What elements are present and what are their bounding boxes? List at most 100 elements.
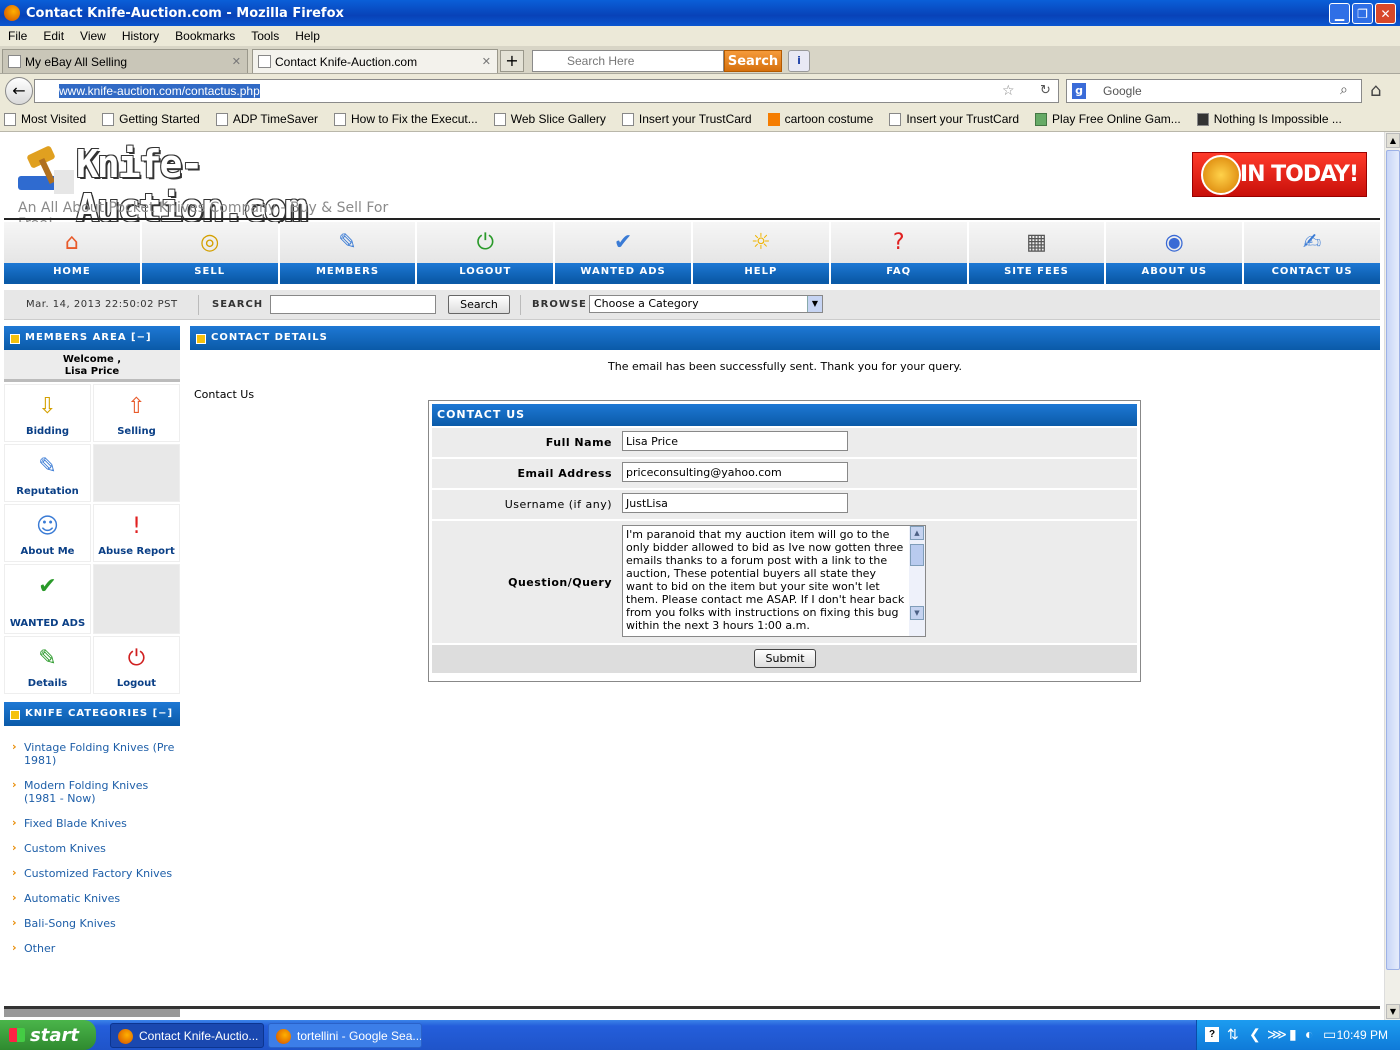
- tab-close-icon[interactable]: ✕: [482, 55, 491, 68]
- bookmark-web-slice-gallery[interactable]: Web Slice Gallery: [493, 112, 606, 126]
- member-link-label: Logout: [116, 678, 157, 689]
- scroll-down-arrow-icon[interactable]: ▼: [1386, 1004, 1400, 1019]
- menu-history[interactable]: History: [122, 29, 159, 43]
- category-link[interactable]: Customized Factory Knives: [4, 858, 180, 883]
- bookmark-trustcard-1[interactable]: Insert your TrustCard: [621, 112, 752, 126]
- category-link[interactable]: Custom Knives: [4, 833, 180, 858]
- tab-my-ebay[interactable]: My eBay All Selling ✕: [2, 49, 248, 73]
- category-link[interactable]: Fixed Blade Knives: [4, 808, 180, 833]
- menu-file[interactable]: File: [8, 29, 27, 43]
- textarea-scrollbar[interactable]: ▲ ▼: [909, 526, 925, 636]
- info-icon[interactable]: i: [788, 50, 810, 72]
- scroll-up-arrow-icon[interactable]: ▲: [910, 526, 924, 540]
- menu-tools[interactable]: Tools: [251, 29, 279, 43]
- full-name-field[interactable]: Lisa Price: [622, 431, 848, 451]
- category-select[interactable]: Choose a Category ▼: [589, 295, 823, 313]
- nav-sell[interactable]: ◎ SELL: [141, 222, 278, 284]
- bookmark-how-to-fix[interactable]: How to Fix the Execut...: [334, 112, 478, 126]
- username-row: Username (if any) JustLisa: [432, 490, 1137, 519]
- member-link-reputation[interactable]: ✎ Reputation: [4, 444, 91, 502]
- bookmark-getting-started[interactable]: Getting Started: [102, 112, 200, 126]
- username-field[interactable]: JustLisa: [622, 493, 848, 513]
- nav-about-us[interactable]: ◉ ABOUT US: [1106, 222, 1243, 284]
- member-link-about-me[interactable]: ☺ About Me: [4, 504, 91, 562]
- chevron-down-icon[interactable]: ▼: [807, 296, 822, 312]
- category-link[interactable]: Bali-Song Knives: [4, 908, 180, 933]
- nav-site-fees[interactable]: ▦ SITE FEES: [968, 222, 1105, 284]
- google-icon[interactable]: g: [1072, 83, 1086, 99]
- task-firefox-contact[interactable]: Contact Knife-Auctio...: [110, 1023, 264, 1048]
- divider: [520, 295, 521, 315]
- page-scrollbar[interactable]: ▲ ▼: [1384, 132, 1400, 1020]
- volume-icon[interactable]: ◐: [1305, 1026, 1313, 1042]
- scroll-down-arrow-icon[interactable]: ▼: [910, 606, 924, 620]
- toolbar-search-button[interactable]: Search: [724, 50, 782, 72]
- close-button[interactable]: ✕: [1375, 3, 1396, 24]
- member-link-selling[interactable]: ⇧ Selling: [93, 384, 180, 442]
- submit-button[interactable]: Submit: [754, 649, 816, 668]
- reload-icon[interactable]: ↻: [1040, 83, 1051, 98]
- site-logo[interactable]: Knife-Auction.com An All About Pocket Kn…: [14, 142, 414, 232]
- nav-faq[interactable]: ? FAQ: [830, 222, 967, 284]
- scroll-up-arrow-icon[interactable]: ▲: [1386, 133, 1400, 148]
- members-area-header[interactable]: MEMBERS AREA [−]: [4, 326, 180, 350]
- nav-help[interactable]: ☼ HELP: [692, 222, 829, 284]
- knife-categories-header[interactable]: KNIFE CATEGORIES [−]: [4, 702, 180, 726]
- member-link-details[interactable]: ✎ Details: [4, 636, 91, 694]
- display-icon[interactable]: ▭: [1323, 1026, 1336, 1043]
- nav-logout[interactable]: ⏻ LOGOUT: [417, 222, 554, 284]
- restore-button[interactable]: ❐: [1352, 3, 1373, 24]
- toolbar-search-input[interactable]: Search Here: [532, 50, 724, 72]
- query-textarea[interactable]: I'm paranoid that my auction item will g…: [622, 525, 926, 637]
- signal-icon[interactable]: ▮: [1289, 1026, 1297, 1043]
- nav-contact-us[interactable]: ✍ CONTACT US: [1244, 222, 1380, 284]
- scroll-thumb[interactable]: [1386, 150, 1400, 970]
- nav-wanted-ads[interactable]: ✔ WANTED ADS: [555, 222, 691, 284]
- page-title: Contact Us: [194, 388, 255, 401]
- bookmark-play-free-games[interactable]: Play Free Online Gam...: [1035, 112, 1181, 126]
- member-link-abuse-report[interactable]: ! Abuse Report: [93, 504, 180, 562]
- join-today-banner[interactable]: JOIN TODAY!: [1192, 152, 1367, 197]
- new-tab-button[interactable]: +: [500, 50, 524, 72]
- menu-help[interactable]: Help: [295, 29, 320, 43]
- back-arrow-icon[interactable]: ←: [5, 77, 33, 105]
- address-bar[interactable]: www.knife-auction.com/contactus.php: [34, 79, 1059, 103]
- category-link[interactable]: Other: [4, 933, 180, 958]
- tab-close-icon[interactable]: ✕: [232, 55, 241, 68]
- bookmark-cartoon-costume[interactable]: cartoon costume: [767, 112, 873, 126]
- magnifier-icon[interactable]: ⌕: [1340, 82, 1348, 98]
- site-search-button[interactable]: Search: [448, 295, 510, 314]
- home-icon[interactable]: ⌂: [1370, 80, 1381, 101]
- member-link-bidding[interactable]: ⇩ Bidding: [4, 384, 91, 442]
- main-navigation: ⌂ HOME ◎ SELL ✎ MEMBERS ⏻ LOGOUT ✔ WANTED ADS…: [4, 222, 1380, 284]
- menu-edit[interactable]: Edit: [43, 29, 64, 43]
- category-link[interactable]: Vintage Folding Knives (Pre 1981): [4, 732, 180, 770]
- bookmark-star-icon[interactable]: ☆: [1002, 83, 1015, 99]
- help-icon[interactable]: ?: [1205, 1027, 1219, 1042]
- members-menu-grid: ⇩ Bidding ⇧ Selling ✎ Reputation ☺ About Me …: [4, 384, 180, 694]
- category-link[interactable]: Automatic Knives: [4, 883, 180, 908]
- task-firefox-tortellini[interactable]: tortellini - Google Sea...: [268, 1023, 422, 1048]
- menu-bookmarks[interactable]: Bookmarks: [175, 29, 235, 43]
- nav-members[interactable]: ✎ MEMBERS: [279, 222, 416, 284]
- contact-form: CONTACT US Full Name Lisa Price Email Ad…: [428, 400, 1141, 682]
- category-link[interactable]: Modern Folding Knives (1981 - Now): [4, 770, 180, 808]
- tab-contact-knife-auction[interactable]: Contact Knife-Auction.com ✕: [252, 49, 498, 73]
- email-field[interactable]: priceconsulting@yahoo.com: [622, 462, 848, 482]
- nav-home[interactable]: ⌂ HOME: [4, 222, 140, 284]
- member-link-logout[interactable]: ⏻ Logout: [93, 636, 180, 694]
- chevron-left-icon[interactable]: ❮: [1249, 1026, 1261, 1043]
- network-icon[interactable]: ⇅: [1227, 1026, 1239, 1043]
- site-search-input[interactable]: [270, 295, 436, 314]
- google-search-input[interactable]: Google: [1066, 79, 1362, 103]
- bookmark-most-visited[interactable]: Most Visited: [4, 112, 86, 126]
- scroll-thumb[interactable]: [910, 544, 924, 566]
- bookmark-trustcard-2[interactable]: Insert your TrustCard: [889, 112, 1019, 126]
- minimize-button[interactable]: ▁: [1329, 3, 1350, 24]
- start-button[interactable]: start: [0, 1020, 96, 1050]
- menu-view[interactable]: View: [80, 29, 106, 43]
- bookmark-nothing-is-impossible[interactable]: Nothing Is Impossible ...: [1196, 112, 1342, 126]
- wireless-icon[interactable]: ⋙: [1267, 1026, 1287, 1043]
- member-link-wanted-ads[interactable]: ✔ WANTED ADS: [4, 564, 91, 634]
- bookmark-adp-timesaver[interactable]: ADP TimeSaver: [215, 112, 318, 126]
